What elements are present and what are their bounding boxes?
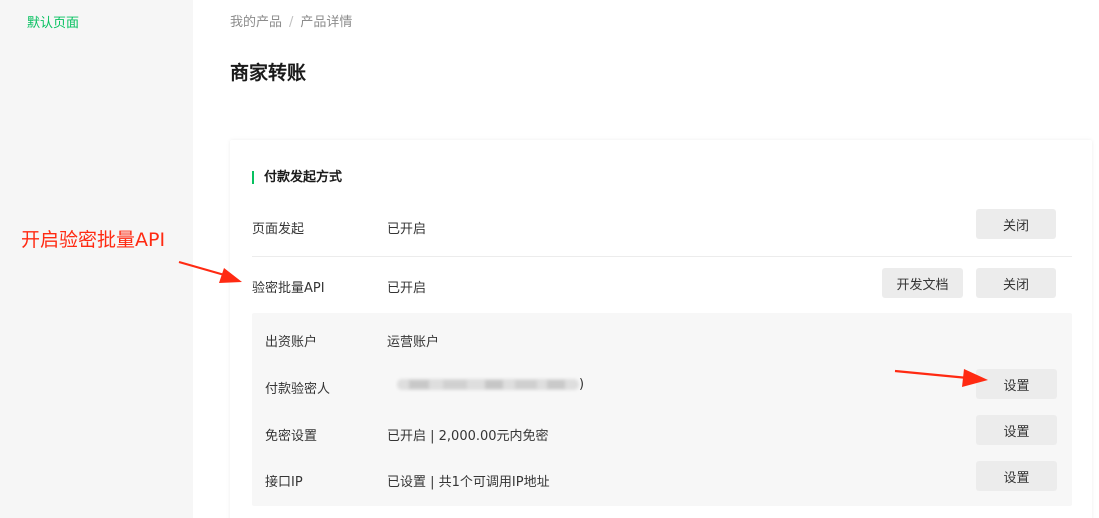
- page-initiate-close-button[interactable]: 关闭: [976, 209, 1056, 239]
- annotation-label: 开启验密批量API: [21, 229, 166, 251]
- api-ip-value: 已设置 | 共1个可调用IP地址: [387, 475, 550, 490]
- batch-api-status: 已开启: [387, 281, 427, 296]
- breadcrumb: 我的产品 / 产品详情: [230, 11, 352, 30]
- batch-api-settings: 出资账户 运营账户 付款验密人 ) 设置 免密设置 已开启 | 2,000.00…: [252, 313, 1072, 506]
- payment-verifier-settings-button[interactable]: 设置: [976, 369, 1057, 399]
- sidebar: 默认页面: [0, 0, 193, 518]
- payment-method-panel: 付款发起方式 页面发起 已开启 关闭 验密批量API 已开启 开发文档 关闭 出…: [230, 140, 1092, 518]
- funding-account-value: 运营账户: [387, 335, 440, 350]
- section-title: 付款发起方式: [252, 170, 342, 185]
- dev-docs-button[interactable]: 开发文档: [882, 268, 963, 298]
- divider: [252, 256, 1072, 257]
- page-root: 默认页面 我的产品 / 产品详情 商家转账 付款发起方式 页面发起 已开启 关闭 验…: [0, 0, 1099, 518]
- page-initiate-label: 页面发起: [252, 222, 305, 237]
- payment-verifier-label: 付款验密人: [265, 382, 331, 397]
- page-title: 商家转账: [230, 62, 307, 84]
- breadcrumb-separator: /: [289, 15, 294, 30]
- api-ip-label: 接口IP: [265, 475, 303, 490]
- breadcrumb-my-products[interactable]: 我的产品: [230, 15, 282, 30]
- batch-api-label: 验密批量API: [252, 281, 325, 296]
- page-initiate-status: 已开启: [387, 222, 427, 237]
- batch-api-close-button[interactable]: 关闭: [976, 268, 1056, 298]
- funding-account-label: 出资账户: [265, 335, 318, 350]
- password-free-label: 免密设置: [265, 429, 318, 444]
- breadcrumb-product-detail: 产品详情: [300, 15, 353, 30]
- sidebar-item-default-page[interactable]: 默认页面: [27, 12, 79, 31]
- api-ip-settings-button[interactable]: 设置: [976, 461, 1057, 491]
- password-free-settings-button[interactable]: 设置: [976, 415, 1057, 445]
- redacted-verifier-name: [397, 379, 579, 390]
- password-free-value: 已开启 | 2,000.00元内免密: [387, 429, 549, 444]
